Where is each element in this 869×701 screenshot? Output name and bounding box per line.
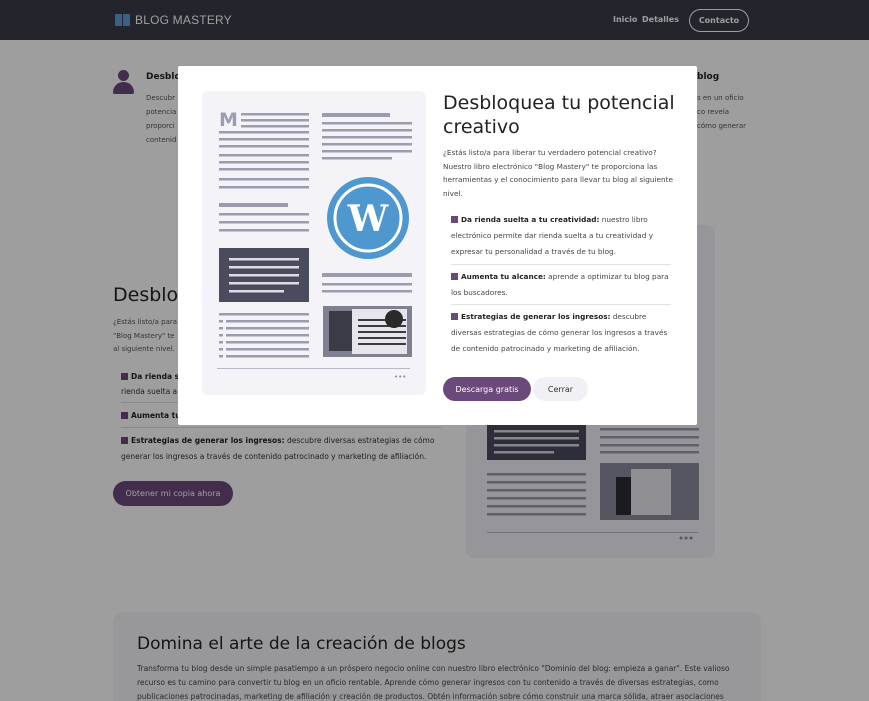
divider (451, 264, 671, 265)
illustration-letter: M (219, 109, 238, 131)
modal-title: Desbloquea tu potencial creativo (443, 92, 675, 138)
modal-item-creativity: Da rienda suelta a tu creatividad: nuest… (451, 215, 654, 256)
download-modal: M W ••• Desbloquea tu potencial creativo… (178, 66, 697, 425)
bullet-square-icon (451, 216, 458, 223)
bullet-square-icon (451, 313, 458, 320)
bullet-square-icon (451, 273, 458, 280)
modal-item-reach: Aumenta tu alcance: aprende a optimizar … (451, 272, 669, 297)
wordpress-icon: W (327, 177, 409, 259)
svg-text:W: W (347, 198, 389, 240)
modal-description: ¿Estás listo/a para liberar tu verdadero… (443, 148, 673, 198)
ebook-illustration: M W ••• (217, 109, 412, 381)
download-free-button[interactable]: Descarga gratis (443, 377, 531, 401)
ellipsis-icon: ••• (394, 373, 406, 381)
modal-illustration-card: M W ••• (202, 91, 426, 395)
modal-item-income: Estrategias de generar los ingresos: des… (451, 312, 668, 353)
divider (451, 304, 671, 305)
close-button[interactable]: Cerrar (533, 377, 588, 401)
